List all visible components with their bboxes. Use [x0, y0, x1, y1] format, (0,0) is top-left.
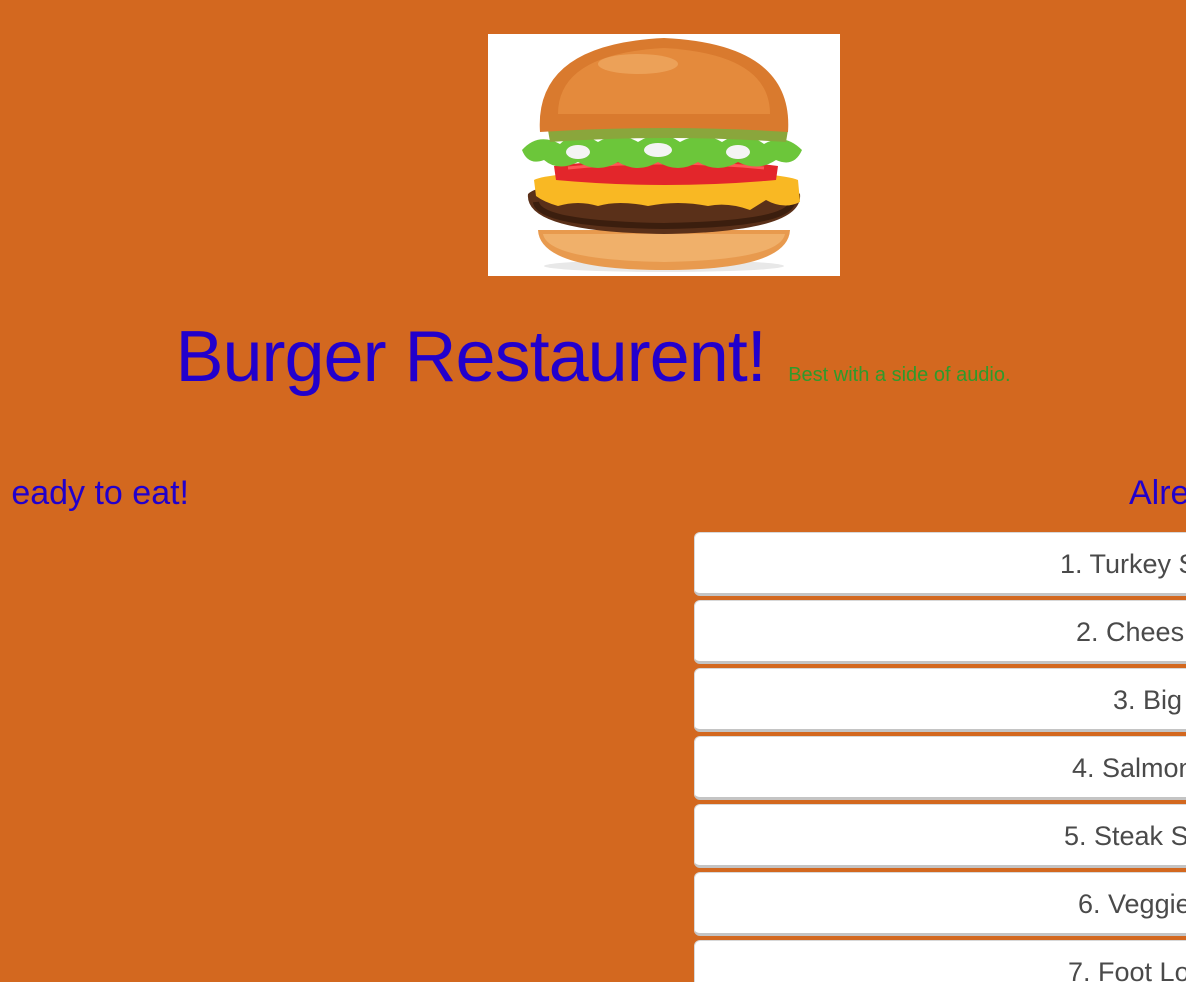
devoured-item-label: 6. Veggie	[1078, 889, 1186, 919]
devoured-item-label: 2. Chees	[1076, 617, 1185, 647]
devoured-item-label: 4. Salmon	[1072, 753, 1186, 783]
devoured-item-label: 5. Steak S	[1064, 821, 1186, 851]
devoured-item[interactable]: 3. Big	[694, 668, 1186, 732]
devoured-heading: Alre	[1129, 474, 1186, 512]
ready-to-eat-heading: eady to eat!	[11, 474, 189, 512]
devoured-item[interactable]: 5. Steak S	[694, 804, 1186, 868]
burger-illustration	[488, 34, 840, 276]
devoured-item-label: 7. Foot Lo	[1068, 957, 1186, 982]
page-title: Burger Restaurent!	[175, 317, 766, 397]
devoured-item[interactable]: 2. Chees	[694, 600, 1186, 664]
burger-image	[488, 34, 840, 276]
devoured-item-label: 1. Turkey S	[1060, 549, 1186, 579]
devoured-list: 1. Turkey S 2. Chees 3. Big 4. Salmon 5.…	[694, 532, 1186, 982]
devoured-item[interactable]: 4. Salmon	[694, 736, 1186, 800]
title-row: Burger Restaurent! Best with a side of a…	[0, 316, 1186, 398]
devoured-item[interactable]: 7. Foot Lo	[694, 940, 1186, 982]
devoured-item-label: 3. Big	[1113, 685, 1183, 715]
page: Burger Restaurent! Best with a side of a…	[0, 0, 1186, 982]
devoured-item[interactable]: 1. Turkey S	[694, 532, 1186, 596]
tagline: Best with a side of audio.	[788, 364, 1011, 386]
devoured-item[interactable]: 6. Veggie	[694, 872, 1186, 936]
